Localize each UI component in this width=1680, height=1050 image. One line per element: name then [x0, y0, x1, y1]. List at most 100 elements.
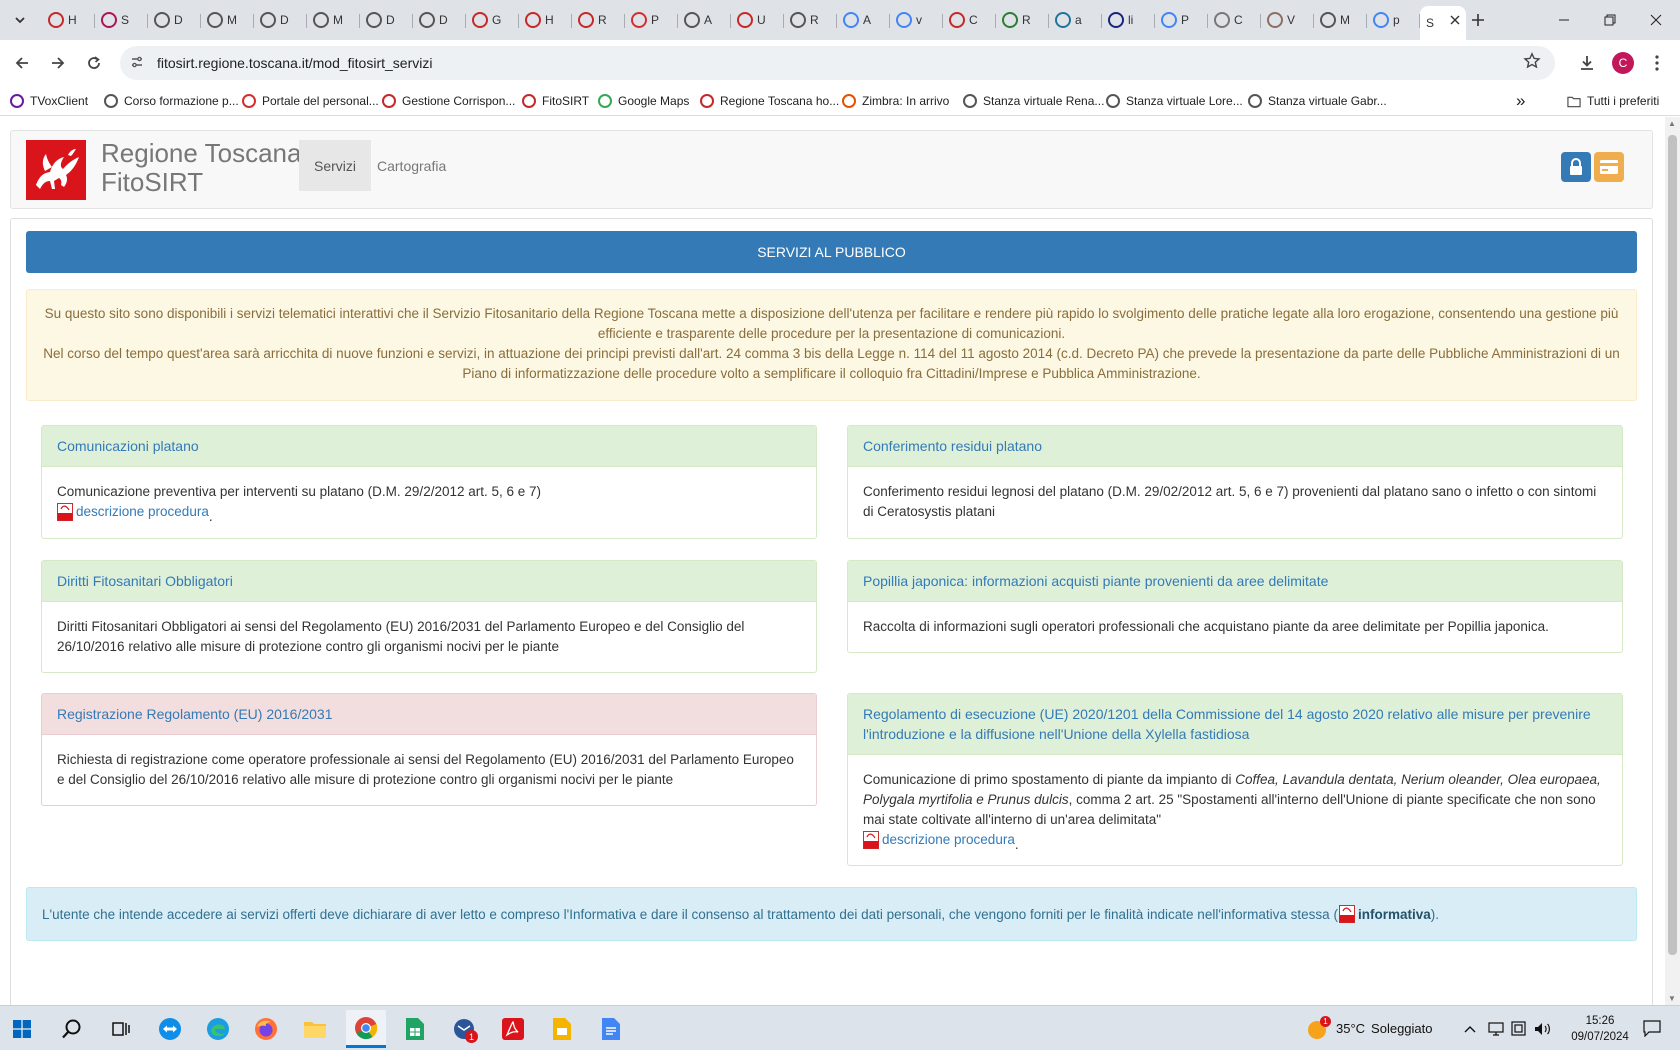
network-tray-button[interactable] — [1488, 1006, 1504, 1050]
browser-tab[interactable]: A — [678, 6, 731, 34]
browser-tab[interactable]: D — [254, 6, 307, 34]
back-button[interactable] — [9, 50, 35, 76]
start-button[interactable] — [2, 1010, 42, 1048]
browser-tab[interactable]: P — [625, 6, 678, 34]
service-link-conferimento-residui[interactable]: Conferimento residui platano — [863, 438, 1042, 454]
browser-tab[interactable]: D — [360, 6, 413, 34]
browser-tab[interactable]: V — [1261, 6, 1314, 34]
site-brand[interactable]: Regione Toscana FitoSIRT — [101, 139, 301, 197]
scroll-up-arrow-icon[interactable]: ▲ — [1668, 119, 1676, 128]
browser-tab[interactable]: li — [1102, 6, 1155, 34]
procedure-description-link[interactable]: descrizione procedura — [863, 830, 1015, 850]
browser-tab[interactable]: C — [1208, 6, 1261, 34]
show-hidden-icons-button[interactable] — [1464, 1006, 1476, 1050]
bookmark-item[interactable]: TVoxClient — [10, 91, 88, 111]
browser-tab[interactable]: U — [731, 6, 784, 34]
forward-button[interactable] — [45, 50, 71, 76]
url-text[interactable]: fitosirt.regione.toscana.it/mod_fitosirt… — [157, 55, 432, 71]
page-scrollbar[interactable]: ▲ ▼ — [1665, 117, 1680, 1005]
browser-tab[interactable]: p — [1367, 6, 1420, 34]
browser-tab[interactable]: H — [42, 6, 95, 34]
procedure-description-link[interactable]: descrizione procedura — [57, 502, 209, 522]
browser-tab[interactable]: G — [466, 6, 519, 34]
search-button[interactable] — [52, 1010, 92, 1048]
downloads-button[interactable] — [1574, 50, 1600, 76]
browser-tab[interactable]: a — [1049, 6, 1102, 34]
browser-tab[interactable]: C — [943, 6, 996, 34]
sheets-app[interactable] — [395, 1010, 435, 1048]
weather-widget[interactable]: 1 35°C Soleggiato — [1306, 1006, 1433, 1050]
regione-toscana-logo[interactable] — [26, 140, 86, 200]
browser-tab[interactable]: H — [519, 6, 572, 34]
minimize-button[interactable] — [1541, 0, 1587, 40]
nav-tab-servizi[interactable]: Servizi — [299, 140, 372, 191]
close-tab-icon[interactable] — [1450, 13, 1460, 28]
close-window-button[interactable] — [1633, 0, 1679, 40]
file-explorer-app[interactable] — [295, 1010, 335, 1048]
nav-tab-cartografia[interactable]: Cartografia — [362, 140, 461, 191]
browser-menu-button[interactable] — [1645, 50, 1669, 76]
tab-favicon-icon — [1267, 12, 1283, 28]
panel-conferimento-residui: Conferimento residui platano Conferiment… — [847, 425, 1623, 539]
new-tab-button[interactable] — [1466, 8, 1490, 32]
tab-search-button[interactable] — [8, 8, 32, 32]
bookmark-item[interactable]: Zimbra: In arrivo — [842, 91, 949, 111]
scroll-thumb[interactable] — [1668, 135, 1677, 955]
volume-tray-button[interactable] — [1534, 1006, 1551, 1050]
scroll-down-arrow-icon[interactable]: ▼ — [1668, 994, 1676, 1003]
browser-tab-active[interactable]: S — [1420, 6, 1466, 40]
bookmark-item[interactable]: Stanza virtuale Rena... — [963, 91, 1104, 111]
profile-button[interactable]: C — [1610, 50, 1636, 76]
system-clock[interactable]: 15:26 09/07/2024 — [1560, 1013, 1640, 1045]
bookmark-item[interactable]: Stanza virtuale Gabr... — [1248, 91, 1387, 111]
bookmark-item[interactable]: Regione Toscana ho... — [700, 91, 839, 111]
service-link-popillia-japonica[interactable]: Popillia japonica: informazioni acquisti… — [863, 573, 1328, 589]
browser-tab[interactable]: M — [201, 6, 254, 34]
card-access-button[interactable] — [1594, 152, 1624, 182]
edge-app[interactable] — [198, 1010, 238, 1048]
notifications-button[interactable] — [1643, 1006, 1661, 1050]
teamviewer-app[interactable] — [150, 1010, 190, 1048]
restore-button[interactable] — [1587, 0, 1633, 40]
firefox-app[interactable] — [246, 1010, 286, 1048]
browser-tab[interactable]: D — [413, 6, 466, 34]
browser-tab[interactable]: S — [95, 6, 148, 34]
display-tray-button[interactable] — [1511, 1006, 1526, 1050]
browser-tab[interactable]: R — [784, 6, 837, 34]
bookmark-star-icon[interactable] — [1523, 52, 1541, 75]
browser-tab[interactable]: A — [837, 6, 890, 34]
bookmark-item[interactable]: Portale del personal... — [242, 91, 379, 111]
browser-tab[interactable]: M — [307, 6, 360, 34]
site-info-icon[interactable] — [130, 55, 144, 72]
service-link-xylella[interactable]: Regolamento di esecuzione (UE) 2020/1201… — [863, 706, 1591, 742]
browser-tab[interactable]: D — [148, 6, 201, 34]
service-link-registrazione-regolamento[interactable]: Registrazione Regolamento (EU) 2016/2031 — [57, 706, 333, 722]
reload-button[interactable] — [81, 50, 107, 76]
bookmark-item[interactable]: Google Maps — [598, 91, 689, 111]
bookmark-item[interactable]: FitoSIRT — [522, 91, 589, 111]
panel-body: Conferimento residui legnosi del platano… — [848, 467, 1622, 522]
informativa-link[interactable]: informativa — [1358, 907, 1431, 922]
browser-tab[interactable]: R — [996, 6, 1049, 34]
login-button[interactable] — [1561, 152, 1591, 182]
service-link-diritti-fitosanitari[interactable]: Diritti Fitosanitari Obbligatori — [57, 573, 233, 589]
chrome-app[interactable] — [346, 1010, 386, 1048]
minimize-icon — [1559, 19, 1569, 21]
address-bar[interactable]: fitosirt.regione.toscana.it/mod_fitosirt… — [120, 46, 1555, 80]
more-bookmarks-button[interactable]: » — [1516, 91, 1525, 111]
bookmark-item[interactable]: Gestione Corrispon... — [382, 91, 515, 111]
mail-app[interactable]: 1 — [444, 1010, 484, 1048]
browser-tab[interactable]: v — [890, 6, 943, 34]
task-view-button[interactable] — [100, 1010, 140, 1048]
bookmark-item[interactable]: Stanza virtuale Lore... — [1106, 91, 1243, 111]
browser-tab[interactable]: R — [572, 6, 625, 34]
docs-app[interactable] — [591, 1010, 631, 1048]
brand-subtitle: FitoSIRT — [101, 167, 204, 197]
browser-tab[interactable]: P — [1155, 6, 1208, 34]
acrobat-app[interactable] — [493, 1010, 533, 1048]
browser-tab[interactable]: M — [1314, 6, 1367, 34]
slides-app[interactable] — [542, 1010, 582, 1048]
all-bookmarks-button[interactable]: Tutti i preferiti — [1567, 91, 1659, 111]
service-link-comunicazioni-platano[interactable]: Comunicazioni platano — [57, 438, 199, 454]
bookmark-item[interactable]: Corso formazione p... — [104, 91, 239, 111]
